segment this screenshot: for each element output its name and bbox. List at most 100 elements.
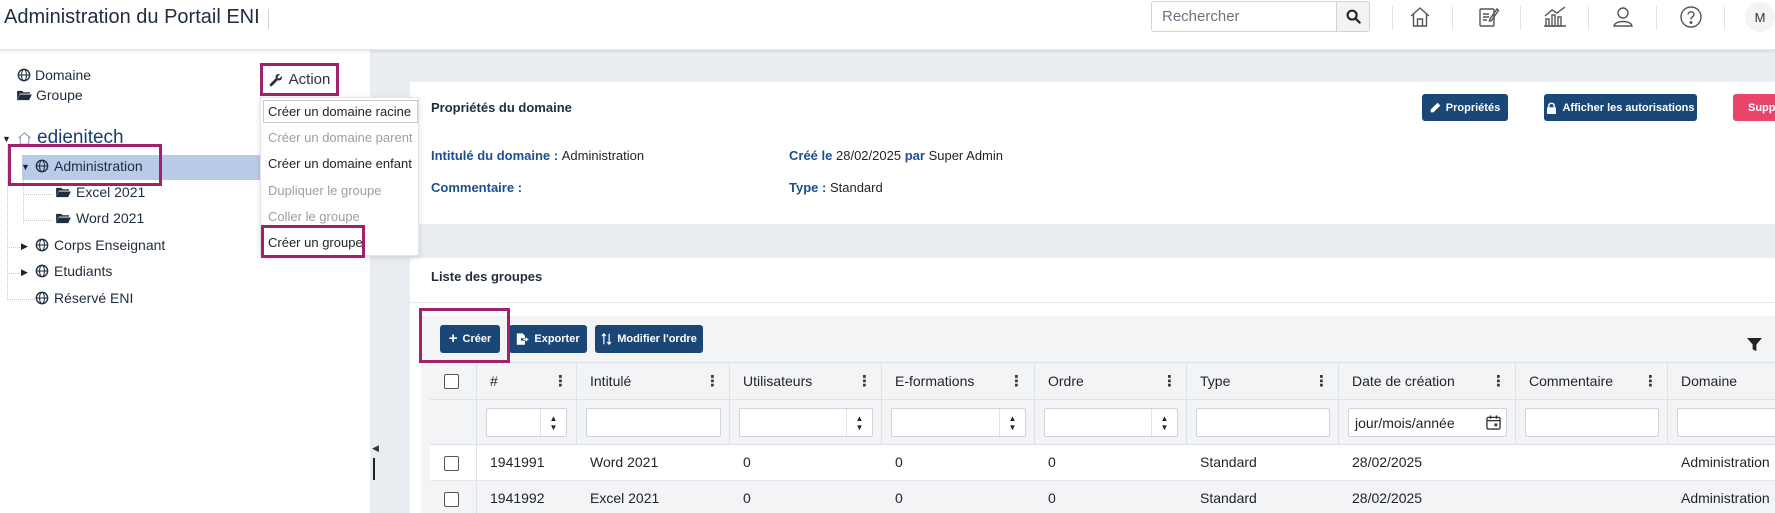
col-header-order[interactable]: Ordre (1048, 373, 1084, 389)
pencil-icon (1430, 102, 1441, 113)
row-checkbox[interactable] (444, 492, 459, 507)
number-spinner[interactable]: ▲ ▼ (999, 409, 1025, 436)
date-filter-placeholder: jour/mois/année (1355, 414, 1455, 431)
col-header-type[interactable]: Type (1200, 373, 1230, 389)
tree-node-excel-2021[interactable]: Excel 2021 (56, 184, 145, 200)
users-filter-input[interactable]: ▲ ▼ (739, 408, 873, 437)
name-filter-input[interactable] (586, 408, 721, 437)
create-group-button[interactable]: + Créer (440, 325, 500, 353)
properties-button[interactable]: Propriétés (1422, 94, 1508, 121)
column-menu-icon[interactable]: ⋮ (1491, 372, 1506, 390)
modify-order-button[interactable]: Modifier l'ordre (595, 325, 703, 353)
menu-item-paste-group[interactable]: Coller le groupe (268, 209, 360, 224)
type-field: Type : Standard (789, 180, 883, 195)
row-checkbox[interactable] (444, 456, 459, 471)
export-button[interactable]: Exporter (509, 325, 587, 353)
legend-domain-label: Domaine (35, 67, 92, 83)
folder-icon (56, 187, 71, 198)
tree-node-administration[interactable]: Administration (35, 158, 143, 174)
calendar-icon[interactable] (1486, 415, 1501, 430)
col-header-comment[interactable]: Commentaire (1529, 373, 1613, 389)
menu-item-create-root-domain[interactable]: Créer un domaine racine (268, 104, 411, 119)
select-all-checkbox[interactable] (444, 374, 459, 389)
modify-order-label: Modifier l'ordre (617, 333, 697, 345)
domain-name-field: Intitulé du domaine : Administration (431, 148, 644, 163)
search-input[interactable] (1151, 1, 1337, 32)
tree-toggle-collapsed[interactable]: ▶ (21, 241, 28, 252)
cell-users: 0 (743, 454, 751, 470)
tree-toggle-expanded[interactable]: ▼ (2, 134, 11, 144)
groups-title: Liste des groupes (431, 269, 543, 284)
number-spinner[interactable]: ▲ ▼ (846, 409, 872, 436)
column-menu-icon[interactable]: ⋮ (553, 372, 568, 390)
col-header-id[interactable]: # (490, 373, 498, 389)
menu-item-create-parent-domain[interactable]: Créer un domaine parent (268, 130, 413, 145)
table-row[interactable]: 1941992 Excel 2021 0 0 0 Standard 28/02/… (430, 481, 1775, 513)
show-permissions-label: Afficher les autorisations (1562, 101, 1695, 114)
col-header-name[interactable]: Intitulé (590, 373, 631, 389)
menu-item-create-group[interactable]: Créer un groupe (268, 235, 363, 250)
tree-node-etudiants[interactable]: Etudiants (35, 263, 112, 279)
column-menu-icon[interactable]: ⋮ (705, 372, 720, 390)
type-value: Standard (829, 180, 883, 195)
tree-toggle-collapsed[interactable]: ▶ (21, 267, 28, 278)
nav-divider (1588, 6, 1589, 30)
col-header-eformations[interactable]: E-formations (895, 373, 974, 389)
column-menu-icon[interactable]: ⋮ (1314, 372, 1329, 390)
column-menu-icon[interactable]: ⋮ (857, 372, 872, 390)
splitter-handle[interactable] (373, 458, 375, 480)
tree-node-reserve-eni[interactable]: Réservé ENI (35, 290, 133, 306)
col-header-domain[interactable]: Domaine (1681, 373, 1737, 389)
edit-document-icon[interactable] (1473, 2, 1503, 32)
id-filter-input[interactable]: ▲ ▼ (486, 408, 567, 437)
statistics-icon[interactable] (1540, 2, 1570, 32)
column-menu-icon[interactable]: ⋮ (1009, 372, 1024, 390)
table-row[interactable]: 1941991 Word 2021 0 0 0 Standard 28/02/2… (430, 445, 1775, 481)
comment-filter-input[interactable] (1525, 408, 1659, 437)
show-permissions-button[interactable]: Afficher les autorisations (1544, 94, 1697, 121)
column-menu-icon[interactable]: ⋮ (1162, 372, 1177, 390)
tree-node-corps-enseignant[interactable]: Corps Enseignant (35, 237, 165, 253)
type-filter-input[interactable] (1196, 408, 1330, 437)
home-icon[interactable] (1405, 2, 1435, 32)
tree-node-label: Administration (54, 158, 143, 174)
tree-connector (7, 247, 22, 248)
created-field: Créé le 28/02/2025 par Super Admin (789, 148, 1003, 163)
domain-filter-input[interactable] (1677, 408, 1775, 437)
tree-node-word-2021[interactable]: Word 2021 (56, 210, 144, 226)
delete-button[interactable]: Supprimer (1733, 94, 1775, 121)
search-button[interactable] (1336, 1, 1370, 32)
number-spinner[interactable]: ▲ ▼ (540, 409, 566, 436)
grid-header: # ⋮ Intitulé ⋮ Utilisateurs ⋮ E-formatio… (430, 362, 1775, 400)
tree-root[interactable]: edienitech (17, 127, 124, 149)
app-title: Administration du Portail ENI (4, 6, 260, 28)
nav-divider (1392, 6, 1393, 30)
date-filter-input[interactable]: jour/mois/année (1348, 408, 1507, 437)
legend-group-label: Groupe (36, 87, 83, 103)
filter-icon[interactable] (1747, 338, 1762, 352)
created-by-label: par (904, 148, 925, 163)
properties-button-label: Propriétés (1445, 101, 1501, 114)
order-filter-input[interactable]: ▲ ▼ (1044, 408, 1178, 437)
cell-domain: Administration (1681, 490, 1770, 506)
eformations-filter-input[interactable]: ▲ ▼ (891, 408, 1026, 437)
created-label: Créé le (789, 148, 833, 163)
help-icon[interactable] (1676, 2, 1706, 32)
globe-icon (35, 264, 49, 278)
tree-node-label: Word 2021 (76, 210, 145, 226)
nav-divider (1520, 6, 1521, 30)
action-button[interactable]: Action (260, 63, 339, 96)
number-spinner[interactable]: ▲ ▼ (1151, 409, 1177, 436)
col-header-creation-date[interactable]: Date de création (1352, 373, 1455, 389)
tree-toggle-expanded[interactable]: ▼ (21, 162, 30, 172)
tree-connector (7, 145, 8, 300)
user-icon[interactable] (1608, 2, 1638, 32)
collapse-arrow-icon[interactable]: ◀ (372, 443, 379, 454)
column-menu-icon[interactable]: ⋮ (1643, 372, 1658, 390)
col-header-users[interactable]: Utilisateurs (743, 373, 812, 389)
menu-item-duplicate-group[interactable]: Dupliquer le groupe (268, 183, 381, 198)
avatar[interactable]: M (1745, 2, 1775, 32)
legend-domain: Domaine (17, 67, 91, 83)
cell-date: 28/02/2025 (1352, 454, 1423, 470)
menu-item-create-child-domain[interactable]: Créer un domaine enfant (268, 156, 412, 171)
